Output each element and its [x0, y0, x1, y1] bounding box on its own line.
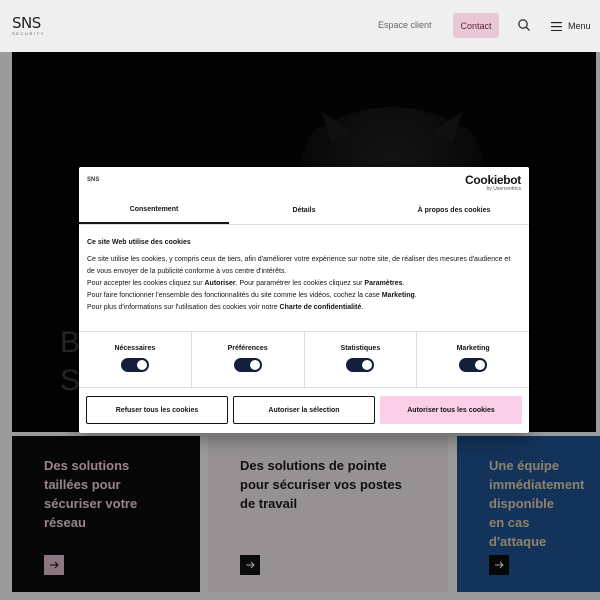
- statistics-switch[interactable]: [346, 358, 375, 372]
- tab-about-cookies[interactable]: À propos des cookies: [379, 197, 529, 224]
- dialog-paragraph: Ce site utilise les cookies, y compris c…: [87, 256, 511, 275]
- client-area-link[interactable]: Espace client: [378, 20, 432, 30]
- consent-toggles: Nécessaires Préférences Statistiques Mar…: [79, 331, 529, 388]
- contact-button[interactable]: Contact: [453, 13, 499, 38]
- toggle-preferences: Préférences: [192, 332, 305, 387]
- toggle-necessary: Nécessaires: [79, 332, 192, 387]
- dialog-line-privacy: Pour plus d'informations sur l'utilisati…: [87, 304, 364, 311]
- allow-all-button[interactable]: Autoriser tous les cookies: [380, 396, 522, 424]
- menu-label: Menu: [568, 21, 591, 31]
- search-icon[interactable]: [517, 18, 533, 34]
- dialog-brand-logo: SNS: [87, 177, 100, 183]
- privacy-charter-link[interactable]: Charte de confidentialité: [280, 304, 362, 311]
- cookiebot-logo[interactable]: Cookiebot by Usercentrics: [465, 173, 521, 192]
- allow-selection-button[interactable]: Autoriser la sélection: [233, 396, 375, 424]
- sns-logo[interactable]: SNS SECURITY: [12, 14, 52, 36]
- cookie-consent-dialog: SNS Cookiebot by Usercentrics Consenteme…: [79, 167, 529, 433]
- hamburger-icon: [551, 21, 562, 31]
- tab-consent[interactable]: Consentement: [79, 197, 229, 224]
- necessary-switch[interactable]: [120, 358, 149, 372]
- tab-details[interactable]: Détails: [229, 197, 379, 224]
- dialog-tabs: Consentement Détails À propos des cookie…: [79, 197, 529, 225]
- marketing-switch[interactable]: [459, 358, 488, 372]
- dialog-body: Ce site Web utilise des cookies Ce site …: [87, 237, 517, 314]
- preferences-switch[interactable]: [233, 358, 262, 372]
- logo-subtitle: SECURITY: [12, 31, 46, 36]
- menu-button[interactable]: Menu: [551, 20, 591, 32]
- dialog-heading: Ce site Web utilise des cookies: [87, 239, 191, 246]
- dialog-buttons: Refuser tous les cookies Autoriser la sé…: [86, 396, 522, 424]
- refuse-all-button[interactable]: Refuser tous les cookies: [86, 396, 228, 424]
- toggle-statistics: Statistiques: [305, 332, 418, 387]
- dialog-line-accept: Pour accepter les cookies cliquez sur Au…: [87, 280, 405, 287]
- toggle-marketing: Marketing: [417, 332, 529, 387]
- site-header: SNS SECURITY Espace client Contact Menu: [0, 0, 600, 52]
- dialog-line-marketing: Pour faire fonctionner l'ensemble des fo…: [87, 292, 417, 299]
- logo-text: SNS: [12, 14, 41, 32]
